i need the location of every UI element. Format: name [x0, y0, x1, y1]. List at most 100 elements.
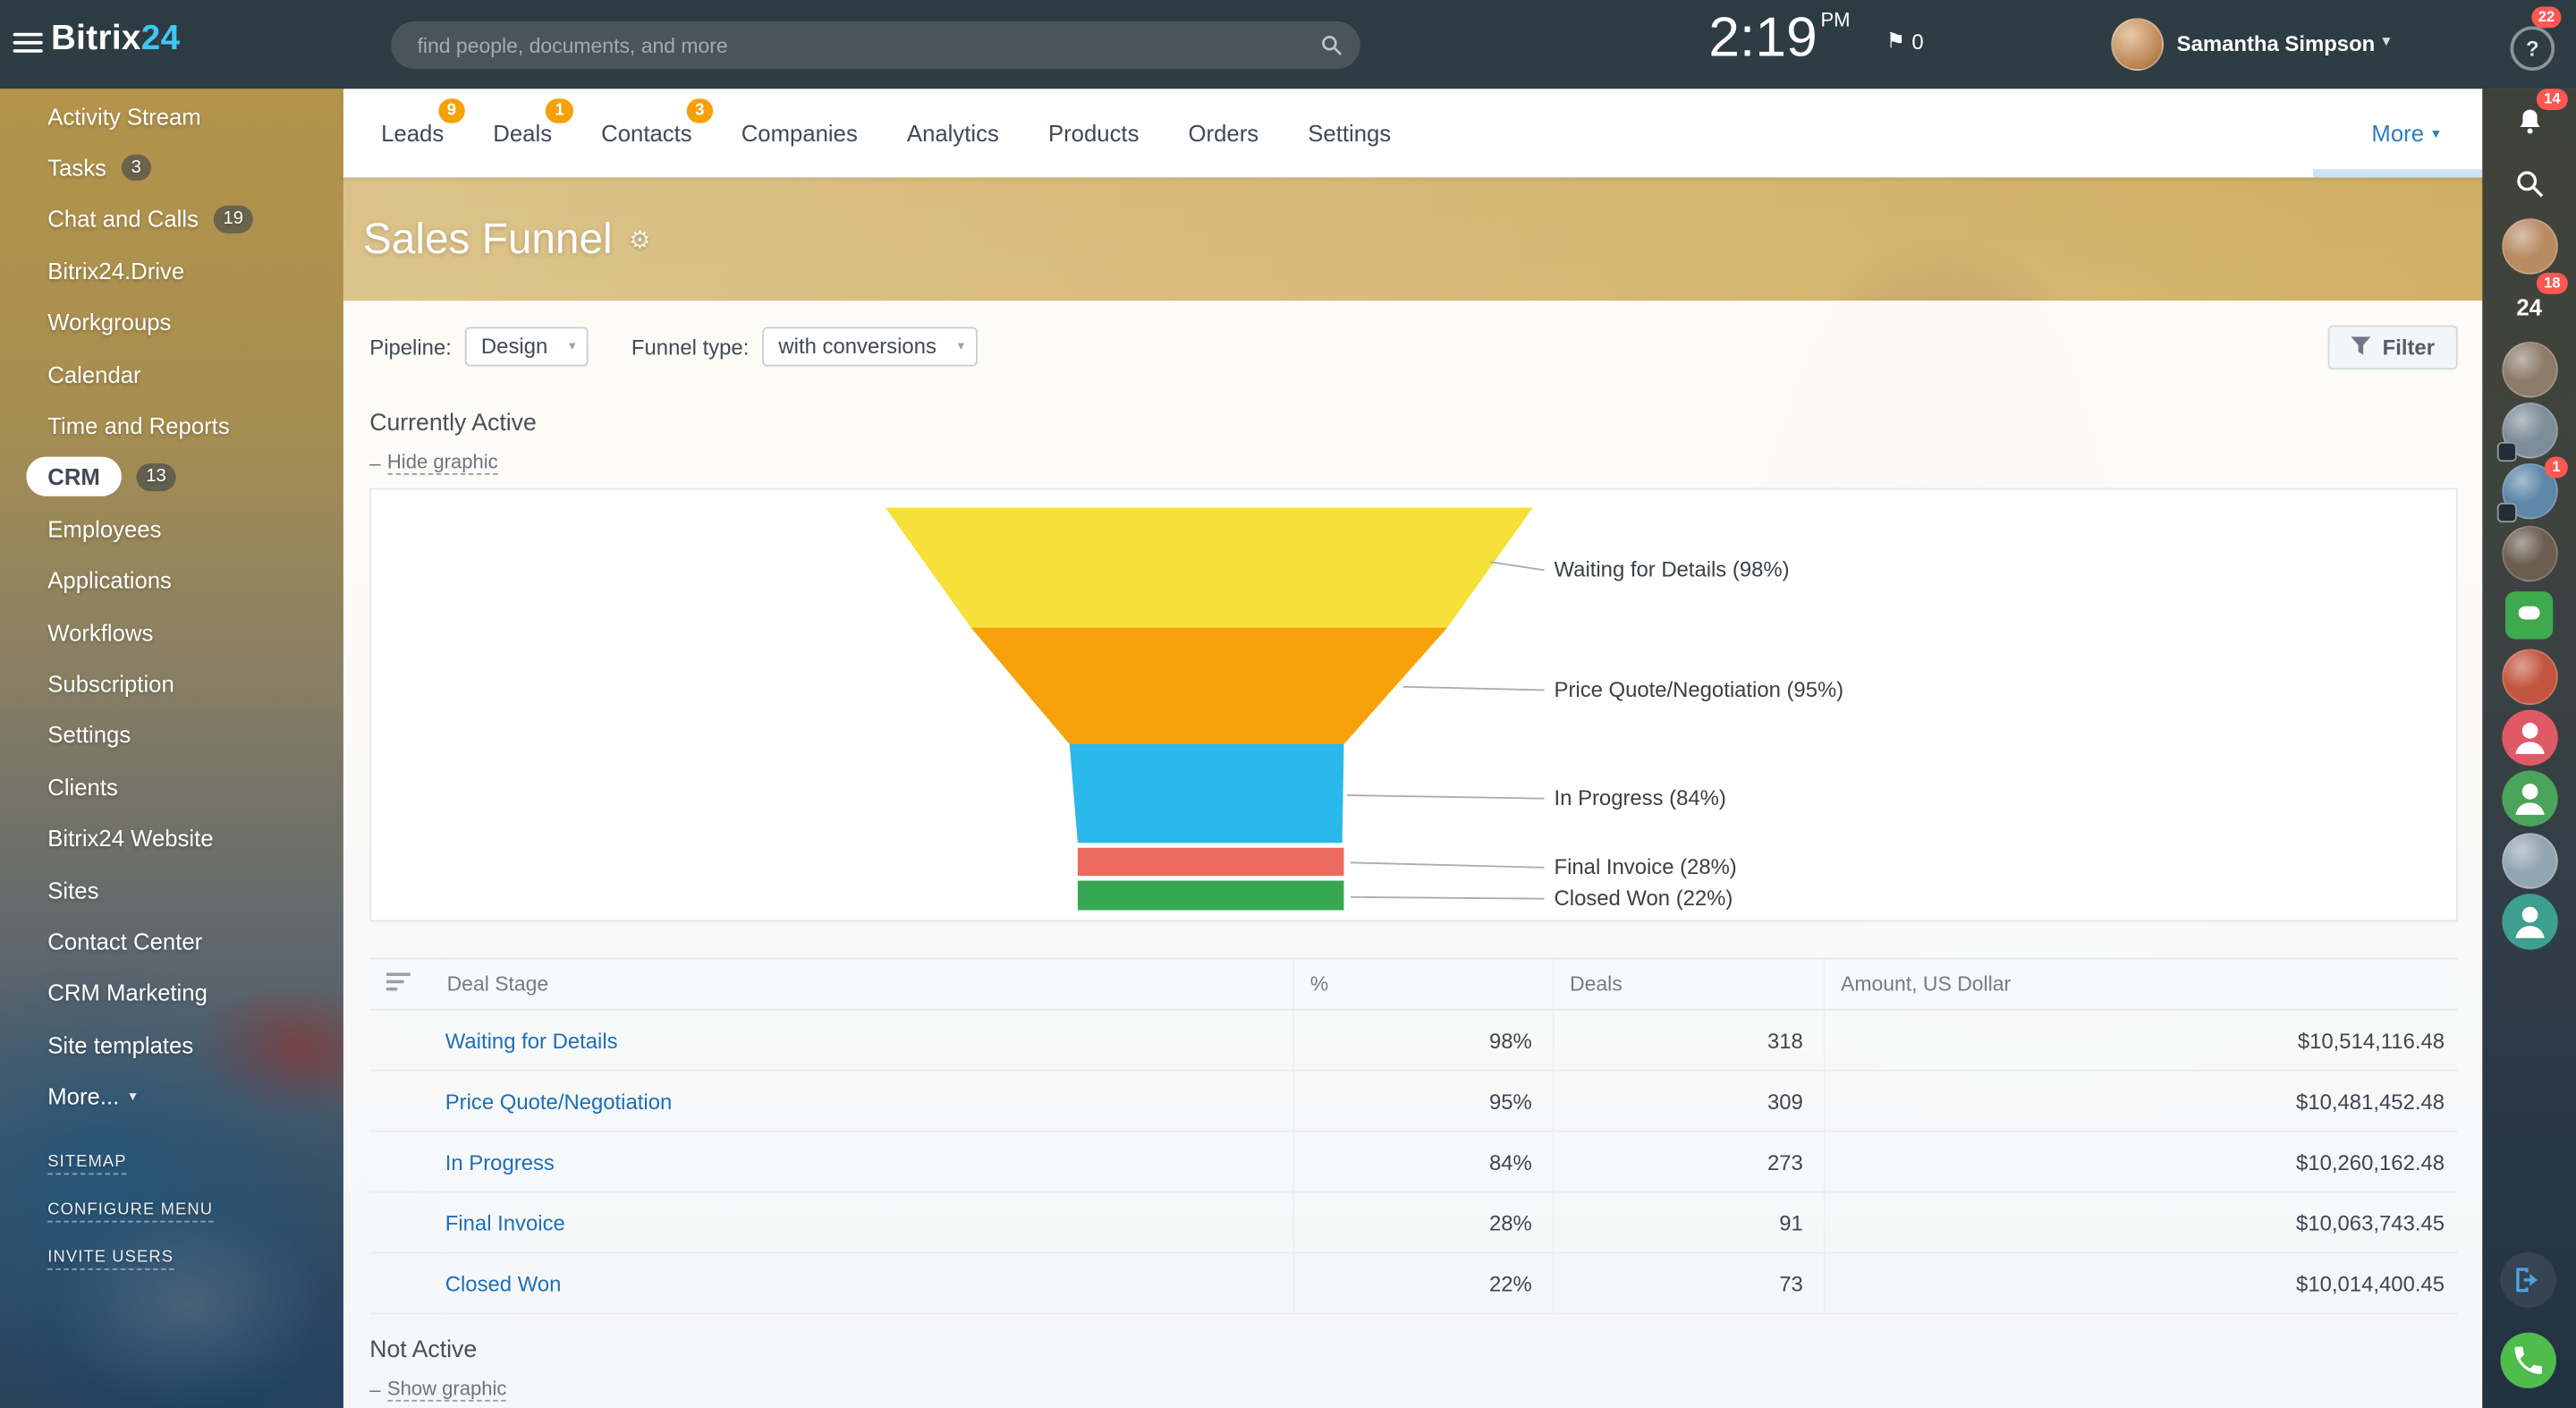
sidebar-item-chat-and-calls[interactable]: Chat and Calls19 — [47, 193, 343, 245]
tab-contacts[interactable]: Contacts3 — [601, 120, 691, 146]
notifications-icon[interactable]: 14 — [2501, 96, 2556, 151]
contact-icon[interactable] — [2501, 771, 2556, 827]
tab-deals[interactable]: Deals1 — [493, 120, 552, 146]
coworker-avatar-icon[interactable] — [2501, 833, 2556, 888]
sidebar-item-bitrix24-website[interactable]: Bitrix24 Website — [47, 812, 343, 864]
tab-products[interactable]: Products — [1048, 120, 1139, 146]
chat-channel-icon[interactable] — [2501, 587, 2556, 642]
workday-clock[interactable]: 2:19PM — [1708, 6, 1850, 71]
funnel-segment-in-progress[interactable] — [1070, 744, 1344, 843]
plan-flag[interactable]: ⚑0 — [1886, 28, 1924, 54]
filter-button[interactable]: Filter — [2328, 325, 2458, 369]
bitrix24-updates-icon[interactable]: 2418 — [2501, 280, 2556, 335]
lock-icon — [2496, 504, 2516, 523]
pipeline-select[interactable]: Design▾ — [465, 327, 589, 367]
sidebar-item-sites[interactable]: Sites — [47, 864, 343, 916]
sidebar-item-site-templates[interactable]: Site templates — [47, 1019, 343, 1071]
tab-analytics[interactable]: Analytics — [907, 120, 999, 146]
currently-active-title: Currently Active — [369, 411, 2457, 437]
more-tab-indicator — [2313, 169, 2482, 177]
col-percent[interactable]: % — [1293, 959, 1553, 1010]
gear-icon[interactable]: ⚙ — [629, 225, 651, 254]
coworker-avatar-icon[interactable] — [2501, 525, 2556, 581]
sidebar-item-tasks[interactable]: Tasks3 — [47, 142, 343, 194]
funnel-type-select[interactable]: with conversions▾ — [762, 327, 978, 367]
telephony-phone-icon[interactable] — [2501, 1333, 2556, 1388]
user-avatar[interactable] — [2111, 18, 2164, 71]
stage-amount: $10,063,743.45 — [1824, 1192, 2458, 1253]
sidebar-item-clients[interactable]: Clients — [47, 761, 343, 813]
sidebar-item-employees[interactable]: Employees — [47, 503, 343, 555]
global-search[interactable] — [391, 21, 1360, 69]
sidebar-item-activity-stream[interactable]: Activity Stream — [47, 90, 343, 142]
deal-stage-link[interactable]: Closed Won — [445, 1271, 562, 1296]
table-header-row: Deal Stage % Deals Amount, US Dollar — [369, 959, 2457, 1010]
funnel-filter-icon — [2351, 337, 2371, 357]
deal-stage-link[interactable]: In Progress — [445, 1149, 555, 1175]
deal-stage-link[interactable]: Price Quote/Negotiation — [445, 1089, 673, 1114]
search-icon[interactable] — [2501, 157, 2556, 212]
coworker-avatar-icon[interactable] — [2501, 403, 2556, 458]
deal-stage-link[interactable]: Final Invoice — [445, 1210, 565, 1235]
sidebar-footer-link-sitemap[interactable]: SITEMAP — [47, 1153, 126, 1175]
sidebar-item-calendar[interactable]: Calendar — [47, 348, 343, 400]
sidebar-item-subscription[interactable]: Subscription — [47, 657, 343, 709]
stage-percent: 98% — [1293, 1010, 1553, 1071]
crm-nav-bar: Leads9 Deals1 Contacts3 Companies Analytics P… — [343, 89, 2482, 177]
funnel-segment-price-quote-negotiation[interactable] — [971, 628, 1448, 744]
menu-hamburger-icon[interactable] — [13, 33, 43, 56]
search-icon[interactable] — [1319, 33, 1344, 58]
sidebar-footer-link-configure-menu[interactable]: CONFIGURE MENU — [47, 1201, 213, 1223]
nav-tabs: Leads9 Deals1 Contacts3 Companies Analytics P… — [343, 89, 2482, 177]
sidebar-footer-link-invite-users[interactable]: INVITE USERS — [47, 1249, 174, 1270]
tab-more[interactable]: More▾ — [2371, 89, 2439, 177]
funnel-segment-closed-won[interactable] — [1078, 880, 1344, 910]
sidebar-item-applications[interactable]: Applications — [47, 555, 343, 606]
open-lines-icon[interactable] — [2501, 1252, 2556, 1308]
chevron-down-icon[interactable]: ▾ — [2382, 33, 2390, 51]
tab-companies[interactable]: Companies — [741, 120, 858, 146]
sidebar-item-contact-center[interactable]: Contact Center — [47, 916, 343, 968]
sidebar-item-crm-marketing[interactable]: CRM Marketing — [47, 967, 343, 1019]
sidebar-item-bitrix24-drive[interactable]: Bitrix24.Drive — [47, 245, 343, 297]
sidebar-item-workflows[interactable]: Workflows — [47, 606, 343, 658]
hide-graphic-link[interactable]: –Hide graphic — [369, 450, 497, 475]
sidebar-item-label: Bitrix24 Website — [47, 825, 213, 851]
sidebar-item-more[interactable]: More...▾ — [47, 1070, 343, 1122]
coworker-avatar-icon[interactable] — [2501, 218, 2556, 274]
search-input[interactable] — [414, 32, 1319, 58]
top-bar: Bitrix24 2:19PM ⚑0 Samantha Simpson ▾ ? … — [0, 0, 2576, 89]
tab-orders[interactable]: Orders — [1189, 120, 1259, 146]
sidebar-item-settings[interactable]: Settings — [47, 709, 343, 761]
show-graphic-link[interactable]: –Show graphic — [369, 1377, 506, 1402]
funnel-type-label: Funnel type: — [631, 335, 749, 360]
sidebar-item-label: CRM — [26, 457, 121, 496]
table-row: Final Invoice28%91$10,063,743.45 — [369, 1192, 2457, 1253]
user-name[interactable]: Samantha Simpson — [2177, 31, 2376, 56]
sidebar-item-badge: 3 — [122, 155, 151, 182]
coworker-avatar-icon[interactable] — [2501, 341, 2556, 396]
sidebar-item-workgroups[interactable]: Workgroups — [47, 297, 343, 349]
sidebar-item-time-and-reports[interactable]: Time and Reports — [47, 400, 343, 452]
tab-leads[interactable]: Leads9 — [381, 120, 444, 146]
table-row: Closed Won22%73$10,014,400.45 — [369, 1253, 2457, 1314]
contact-icon[interactable] — [2501, 894, 2556, 949]
funnel-segment-waiting-for-details[interactable] — [886, 508, 1533, 628]
sidebar-item-label: Applications — [47, 567, 172, 593]
tab-settings[interactable]: Settings — [1308, 120, 1391, 146]
right-rail-items: 14 2418 1 — [2482, 96, 2576, 950]
deal-stage-link[interactable]: Waiting for Details — [445, 1028, 618, 1053]
funnel-table-body: Waiting for Details98%318$10,514,116.48P… — [369, 1010, 2457, 1314]
col-deal-stage[interactable]: Deal Stage — [445, 959, 1293, 1010]
sidebar-item-crm[interactable]: CRM13 — [47, 452, 343, 504]
table-settings-icon[interactable] — [386, 973, 411, 997]
contact-icon[interactable] — [2501, 709, 2556, 765]
coworker-avatar-icon[interactable]: 1 — [2501, 464, 2556, 520]
coworker-avatar-icon[interactable] — [2501, 649, 2556, 704]
help-icon[interactable]: ? — [2511, 26, 2555, 71]
sidebar-item-label: Subscription — [47, 670, 174, 696]
col-deals[interactable]: Deals — [1553, 959, 1824, 1010]
funnel-segment-final-invoice[interactable] — [1078, 848, 1344, 876]
col-amount[interactable]: Amount, US Dollar — [1824, 959, 2458, 1010]
bitrix24-logo[interactable]: Bitrix24 — [51, 20, 180, 59]
